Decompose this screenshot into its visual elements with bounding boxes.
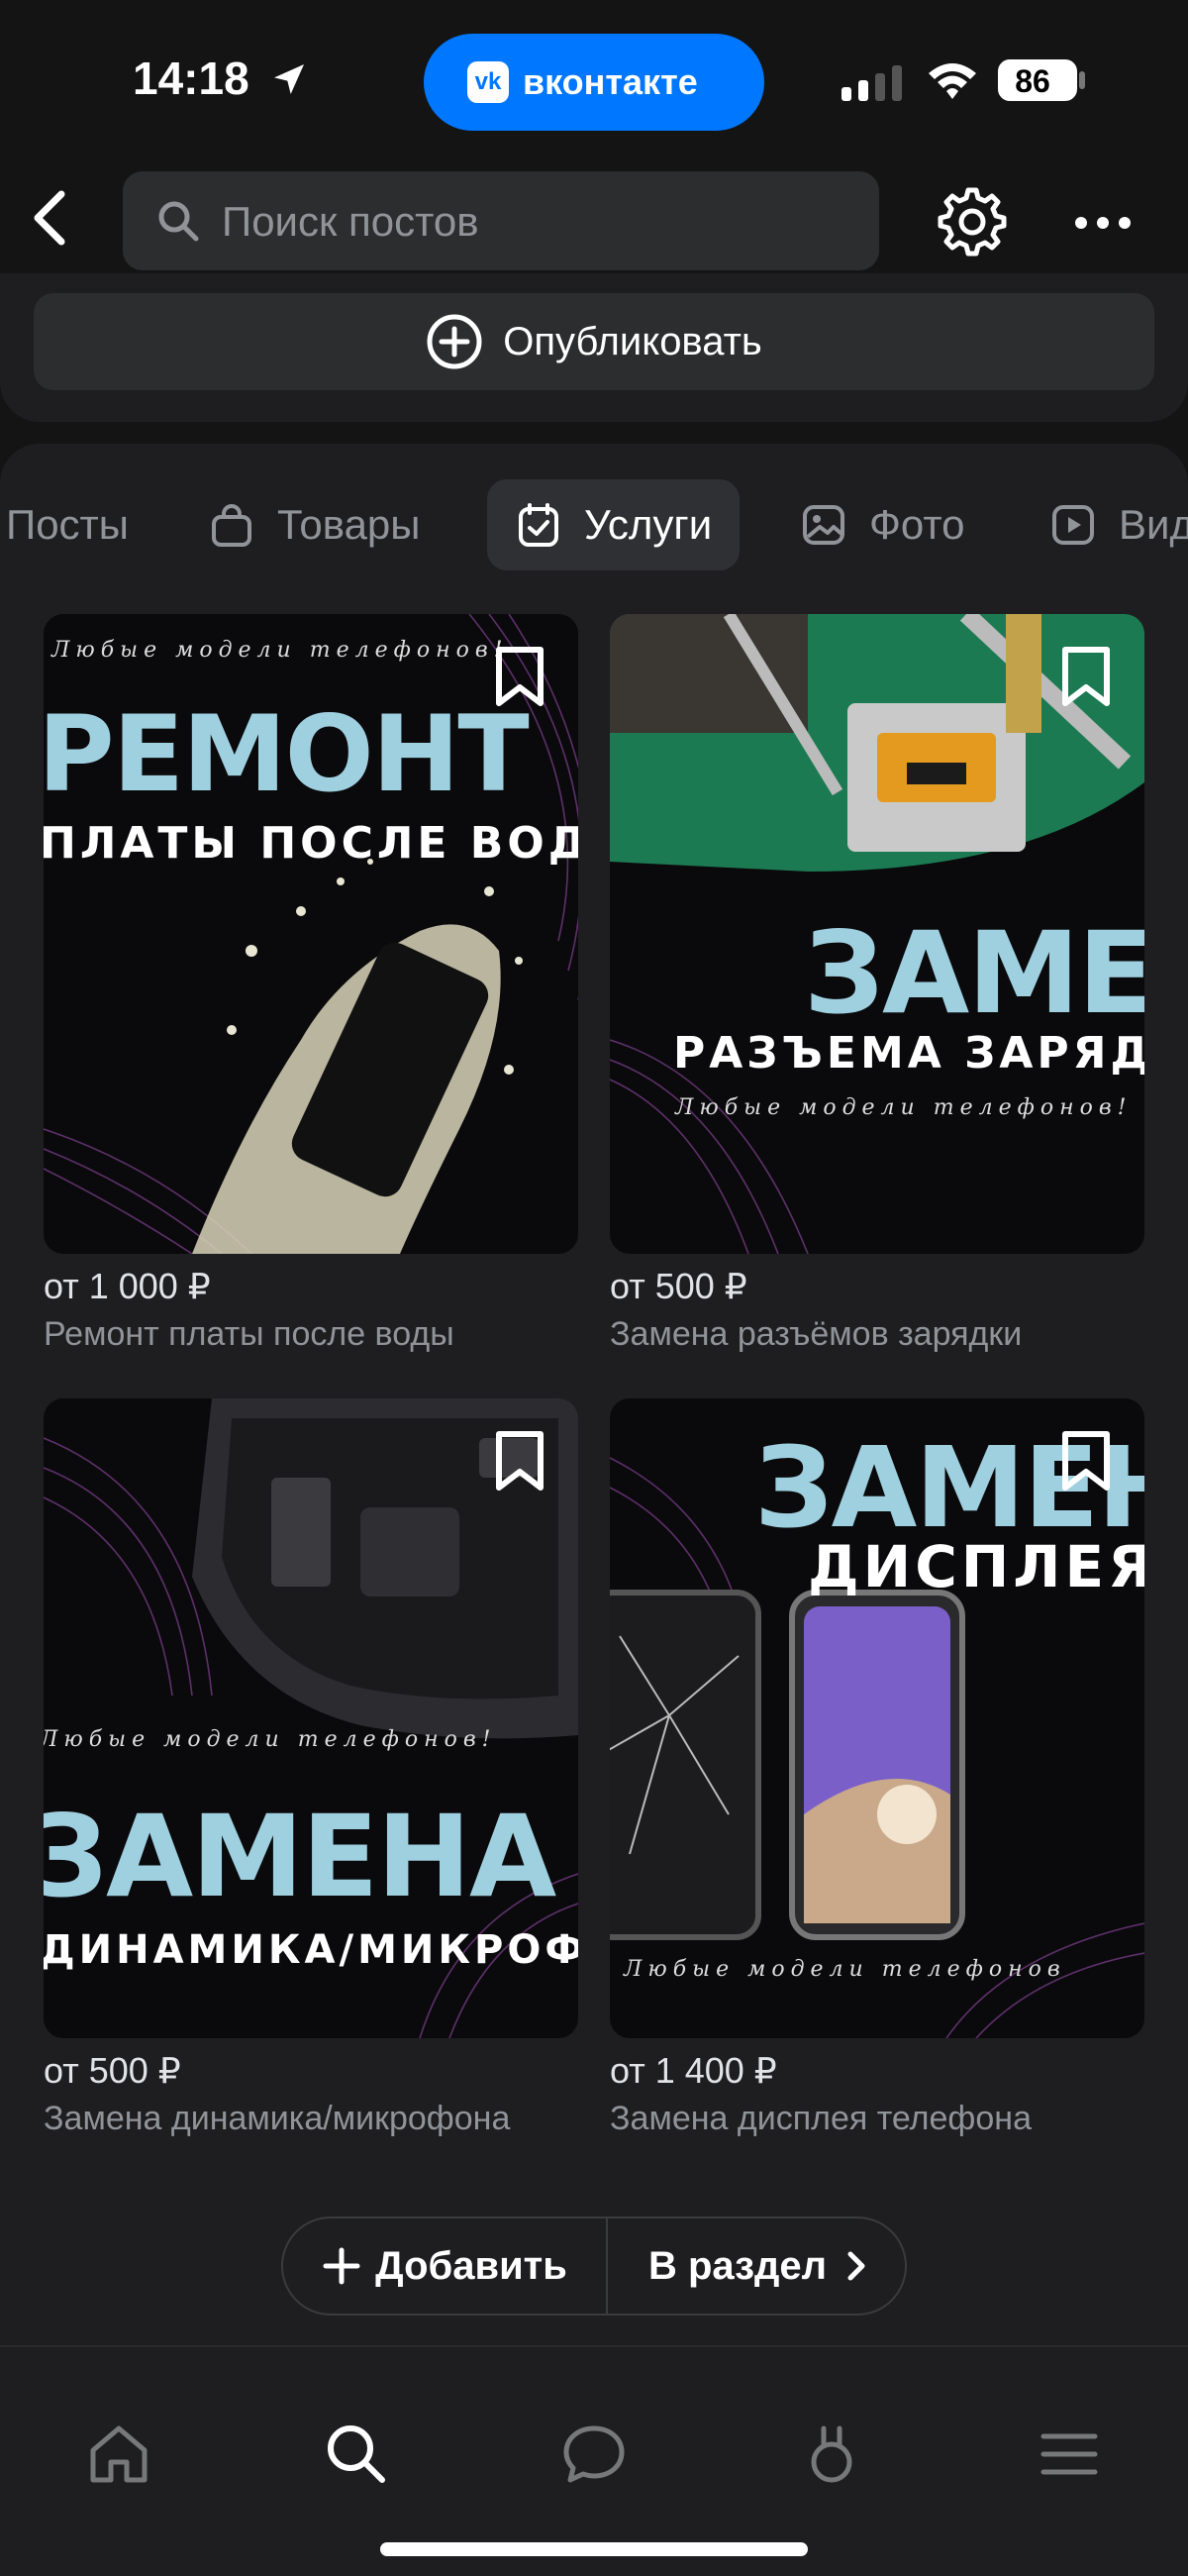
tab-services[interactable]: Услуги <box>487 479 741 570</box>
battery-tip <box>1079 71 1085 89</box>
art-script: Любые модели телефонов! <box>675 1095 1133 1120</box>
service-price: от 1 000 ₽ <box>44 1266 211 1306</box>
shopping-bag-icon <box>212 504 251 547</box>
service-title: Замена динамика/микрофона <box>44 2100 511 2137</box>
section-label: В раздел <box>647 2243 828 2288</box>
status-bar: 14:18 vk вконтакте 86 <box>0 0 1188 158</box>
back-icon[interactable] <box>28 188 71 248</box>
clock: 14:18 <box>133 52 249 104</box>
home-indicator <box>380 2542 808 2556</box>
bookmark-icon[interactable] <box>1057 1428 1115 1494</box>
photo-icon <box>803 505 844 545</box>
art-subheadline: ПЛАТЫ ПОСЛЕ ВОДЫ <box>44 818 578 869</box>
gear-icon[interactable] <box>935 184 1010 259</box>
service-card[interactable]: ЗАМЕНА РАЗЪЕМА ЗАРЯДКИ Любые модели теле… <box>610 614 1144 1367</box>
publish-card: Опубликовать <box>0 273 1188 422</box>
tab-label: Товары <box>277 501 421 548</box>
tab-label: Вид <box>1119 501 1188 548</box>
cellular-signal-icon <box>842 65 902 101</box>
app-pill-label: вконтакте <box>523 61 698 102</box>
service-image[interactable]: Любые модели телефонов! РЕМОНТ ПЛАТЫ ПОС… <box>44 614 578 1254</box>
art-headline: РЕМОНТ <box>44 693 530 815</box>
service-price: от 500 ₽ <box>610 1266 747 1306</box>
add-button[interactable]: Добавить <box>283 2218 606 2314</box>
bookmark-icon[interactable] <box>1057 644 1115 709</box>
service-image[interactable]: Любые модели телефонов! ЗАМЕНА ДИНАМИКА/… <box>44 1398 578 2038</box>
art-headline: ЗАМЕНА <box>44 1791 556 1922</box>
bookmark-icon[interactable] <box>491 644 548 709</box>
tab-video[interactable]: Вид <box>1049 479 1188 570</box>
tab-label: Посты <box>6 501 129 548</box>
add-label: Добавить <box>375 2243 567 2288</box>
tab-label: Фото <box>869 501 965 548</box>
service-price: от 1 400 ₽ <box>610 2050 777 2091</box>
art-subheadline: РАЗЪЕМА ЗАРЯДКИ <box>673 1028 1144 1079</box>
art-subheadline: ДИНАМИКА/МИКРОФОН <box>44 1927 578 1973</box>
chevron-right-icon <box>847 2251 865 2281</box>
wifi-icon <box>929 63 976 99</box>
tab-posts[interactable]: Посты <box>6 479 129 570</box>
service-image[interactable]: ЗАМЕНА ДИСПЛЕЯ Любые модели телефонов <box>610 1398 1144 2038</box>
app-pill[interactable]: vk вконтакте <box>424 34 764 131</box>
tab-bar: Посты Товары Услуги Фото Вид <box>0 479 1188 570</box>
search-icon <box>158 201 199 242</box>
search-placeholder: Поиск постов <box>222 198 479 245</box>
calendar-check-icon <box>519 503 558 547</box>
search-input[interactable]: Поиск постов <box>123 171 879 270</box>
to-section-button[interactable]: В раздел <box>610 2218 907 2314</box>
tab-photo[interactable]: Фото <box>800 479 965 570</box>
service-card[interactable]: Любые модели телефонов! РЕМОНТ ПЛАТЫ ПОС… <box>44 614 578 1367</box>
bookmark-icon[interactable] <box>491 1428 548 1494</box>
search-icon[interactable] <box>321 2419 392 2490</box>
service-card[interactable]: Любые модели телефонов! ЗАМЕНА ДИНАМИКА/… <box>44 1398 578 2151</box>
art-subheadline: ДИСПЛЕЯ <box>808 1533 1144 1600</box>
publish-button[interactable]: Опубликовать <box>34 293 1154 390</box>
actions-pill: Добавить В раздел <box>281 2216 907 2316</box>
tab-label: Услуги <box>584 501 713 548</box>
service-card[interactable]: ЗАМЕНА ДИСПЛЕЯ Любые модели телефонов от… <box>610 1398 1144 2151</box>
art-script: Любые модели телефонов <box>624 1957 1066 1982</box>
home-icon[interactable] <box>83 2419 154 2490</box>
plus-icon <box>323 2247 360 2285</box>
service-price: от 500 ₽ <box>44 2050 181 2091</box>
battery-level: 86 <box>1015 63 1050 99</box>
battery-indicator: 86 <box>998 59 1077 101</box>
vk-logo-icon: vk <box>467 61 509 103</box>
messages-icon[interactable] <box>558 2419 630 2490</box>
more-icon[interactable] <box>1073 208 1133 238</box>
service-title: Замена разъёмов зарядки <box>610 1315 1023 1353</box>
plus-circle-icon <box>427 314 482 369</box>
content-section: Посты Товары Услуги Фото Вид Любые модел… <box>0 444 1188 2345</box>
art-script: Любые модели телефонов! <box>44 1727 497 1752</box>
video-icon <box>1052 505 1094 545</box>
clips-icon[interactable] <box>796 2419 867 2490</box>
location-arrow-icon <box>274 64 304 94</box>
divider <box>606 2218 608 2314</box>
tab-goods[interactable]: Товары <box>208 479 420 570</box>
art-script: Любые модели телефонов! <box>51 638 509 663</box>
art-headline: ЗАМЕНА <box>804 907 1144 1039</box>
service-image[interactable]: ЗАМЕНА РАЗЪЕМА ЗАРЯДКИ Любые модели теле… <box>610 614 1144 1254</box>
publish-label: Опубликовать <box>503 319 762 363</box>
service-title: Замена дисплея телефона <box>610 2100 1032 2137</box>
menu-icon[interactable] <box>1034 2419 1105 2490</box>
service-title: Ремонт платы после воды <box>44 1315 454 1353</box>
